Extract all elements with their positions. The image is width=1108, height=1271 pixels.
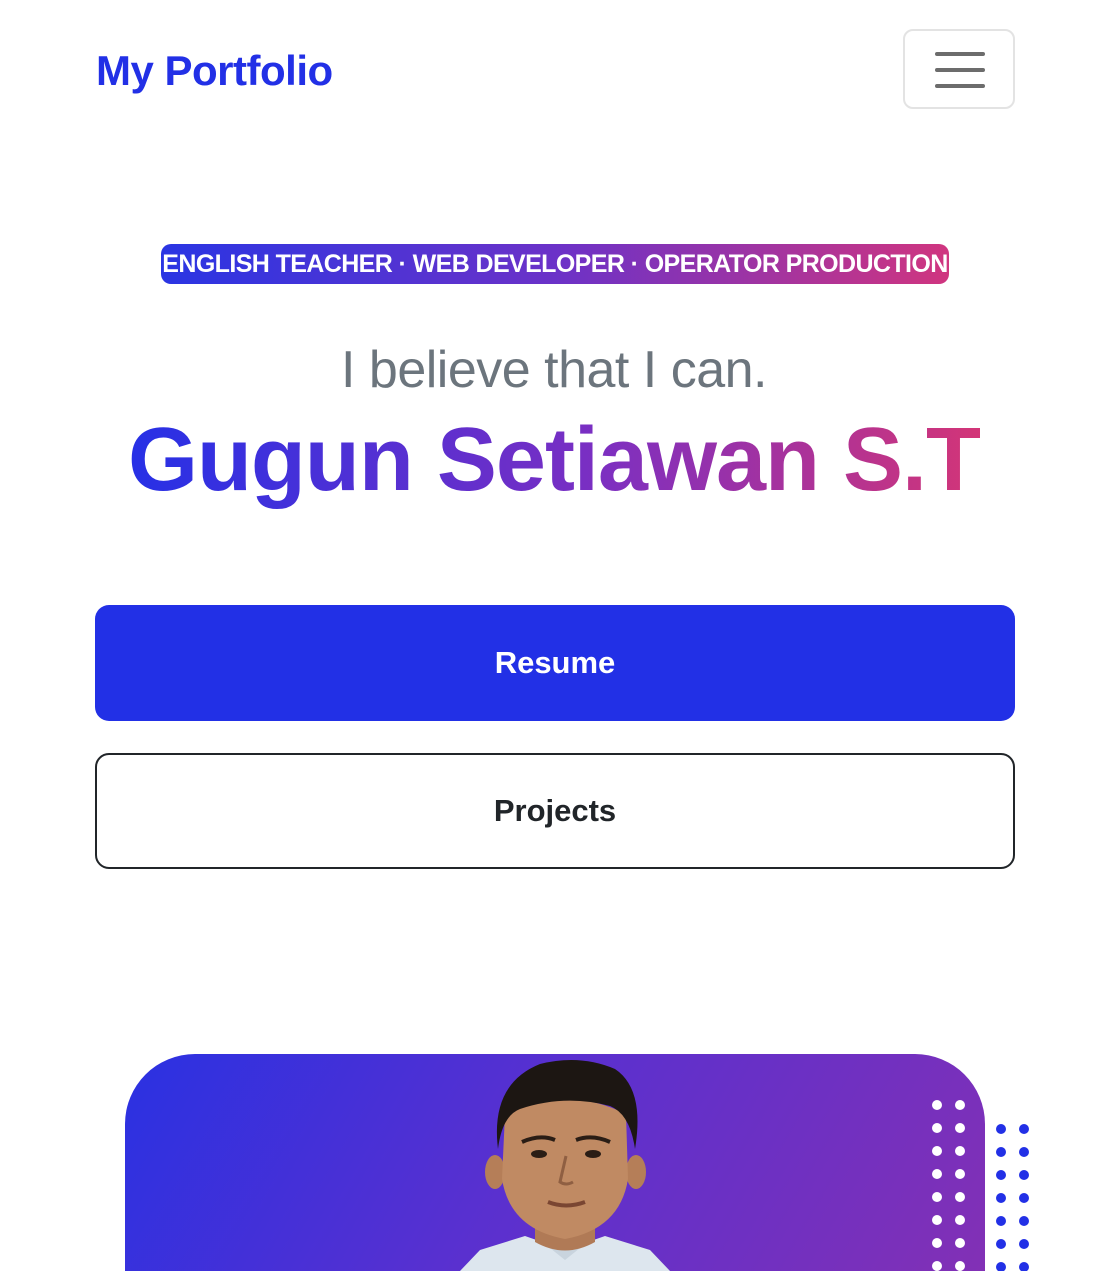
projects-button[interactable]: Projects	[95, 753, 1015, 869]
roles-badge: ENGLISH TEACHER · WEB DEVELOPER · OPERAT…	[161, 244, 949, 284]
brand-link[interactable]: My Portfolio	[96, 44, 333, 98]
hamburger-menu-icon	[935, 52, 985, 56]
hero-name: Gugun Setiawan S.T	[127, 410, 981, 510]
resume-button[interactable]: Resume	[95, 605, 1015, 721]
decorative-dots-blue	[996, 1124, 1029, 1271]
decorative-dots-white	[932, 1100, 965, 1271]
navbar: My Portfolio	[0, 0, 1108, 140]
navbar-toggler-button[interactable]	[903, 29, 1015, 109]
hero-subtitle: I believe that I can.	[341, 341, 768, 399]
profile-photo	[460, 1060, 670, 1271]
